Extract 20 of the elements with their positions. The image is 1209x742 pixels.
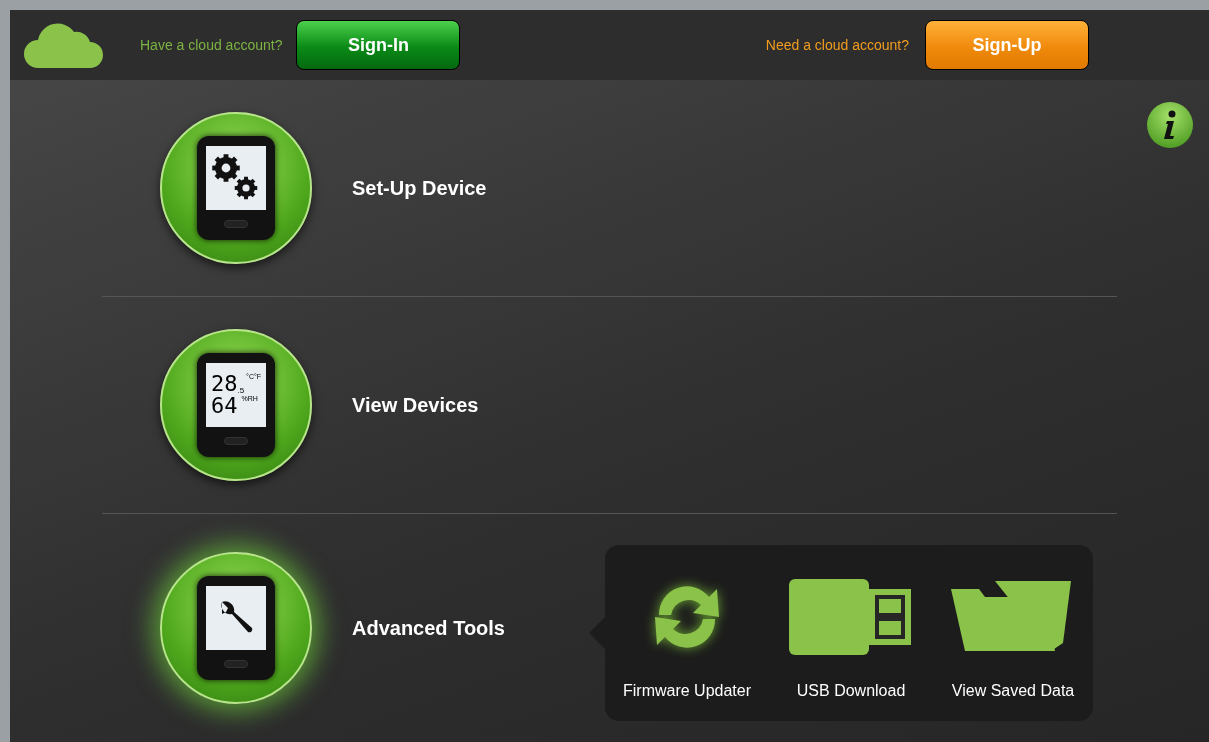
cloud-icon: [24, 22, 104, 68]
device-button-icon: [224, 660, 248, 668]
menu-label[interactable]: Set-Up Device: [352, 173, 487, 203]
sign-in-button[interactable]: Sign-In: [296, 20, 461, 70]
menu-label[interactable]: View Devices: [352, 390, 479, 420]
temperature-reading: 28: [210, 373, 238, 395]
humidity-reading: 64: [210, 395, 238, 417]
signin-prompt: Have a cloud account?: [140, 35, 283, 55]
tool-button[interactable]: USB Download: [789, 569, 914, 703]
menu-label[interactable]: Advanced Tools: [352, 613, 505, 643]
tool-button[interactable]: Firmware Updater: [623, 569, 752, 703]
temperature-decimal: .5: [237, 387, 245, 395]
tool-button[interactable]: View Saved Data: [951, 569, 1076, 703]
signup-prompt: Need a cloud account?: [765, 35, 909, 55]
info-button[interactable]: [1147, 102, 1193, 148]
device-button-icon: [224, 220, 248, 228]
info-icon: [1163, 110, 1177, 140]
usb-drive-icon: [789, 577, 914, 657]
device-button[interactable]: [160, 552, 312, 704]
device-button-icon: [224, 437, 248, 445]
